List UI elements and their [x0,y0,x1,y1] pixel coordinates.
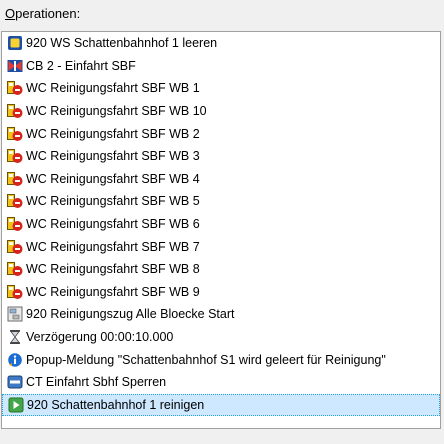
operation-list-item[interactable]: WC Reinigungsfahrt SBF WB 4 [2,168,440,191]
operation-list-item[interactable]: Verzögerung 00:00:10.000 [2,326,440,349]
operation-label: WC Reinigungsfahrt SBF WB 8 [26,262,200,277]
operation-list-item[interactable]: WC Reinigungsfahrt SBF WB 7 [2,235,440,258]
operation-label: WC Reinigungsfahrt SBF WB 3 [26,149,200,164]
train-operation-icon [7,103,23,119]
header-accelerator: O [5,6,16,21]
operation-label: 920 WS Schattenbahnhof 1 leeren [26,36,218,51]
train-operation-icon [7,261,23,277]
operation-label: WC Reinigungsfahrt SBF WB 1 [26,81,200,96]
train-operation-icon [7,284,23,300]
operation-label: 920 Schattenbahnhof 1 reinigen [27,397,205,412]
operation-list-item[interactable]: Popup-Meldung "Schattenbahnhof S1 wird g… [2,348,440,371]
header-label: perationen: [15,6,81,21]
track-lock-icon [7,374,23,390]
operation-label: 920 Reinigungszug Alle Bloecke Start [26,307,235,322]
operations-panel: Operationen: 920 WS Schattenbahnhof 1 le… [0,0,444,444]
operation-list-item[interactable]: 920 Reinigungszug Alle Bloecke Start [2,303,440,326]
panel-footer [0,430,444,444]
macro-icon [7,306,23,322]
operation-label: CT Einfahrt Sbhf Sperren [26,375,167,390]
operation-list-item[interactable]: 920 WS Schattenbahnhof 1 leeren [2,32,440,55]
train-operation-icon [7,239,23,255]
play-icon [8,397,24,413]
operation-list-item[interactable]: CT Einfahrt Sbhf Sperren [2,371,440,394]
operation-list-item[interactable]: WC Reinigungsfahrt SBF WB 9 [2,281,440,304]
operation-label: WC Reinigungsfahrt SBF WB 2 [26,126,200,141]
operations-header: Operationen: [0,0,444,29]
operation-label: WC Reinigungsfahrt SBF WB 7 [26,239,200,254]
operation-label: WC Reinigungsfahrt SBF WB 10 [26,104,207,119]
train-operation-icon [7,80,23,96]
train-operation-icon [7,171,23,187]
operation-list-item[interactable]: WC Reinigungsfahrt SBF WB 10 [2,100,440,123]
route-icon [7,58,23,74]
operation-list-item[interactable]: WC Reinigungsfahrt SBF WB 8 [2,258,440,281]
train-operation-icon [7,216,23,232]
info-icon [7,352,23,368]
operation-label: Verzögerung 00:00:10.000 [26,330,174,345]
operation-list-item[interactable]: WC Reinigungsfahrt SBF WB 2 [2,122,440,145]
train-operation-icon [7,148,23,164]
operations-list[interactable]: 920 WS Schattenbahnhof 1 leeren CB 2 - Ei… [1,31,441,429]
operation-list-item[interactable]: CB 2 - Einfahrt SBF [2,55,440,78]
operation-list-item[interactable]: WC Reinigungsfahrt SBF WB 3 [2,145,440,168]
operation-label: Popup-Meldung "Schattenbahnhof S1 wird g… [26,352,386,367]
operation-label: WC Reinigungsfahrt SBF WB 6 [26,217,200,232]
block-icon [7,35,23,51]
operation-list-item[interactable]: WC Reinigungsfahrt SBF WB 6 [2,213,440,236]
operation-list-item[interactable]: 920 Schattenbahnhof 1 reinigen [2,393,440,417]
train-operation-icon [7,193,23,209]
hourglass-icon [7,329,23,345]
operation-label: WC Reinigungsfahrt SBF WB 9 [26,284,200,299]
operation-list-item[interactable]: WC Reinigungsfahrt SBF WB 1 [2,77,440,100]
operation-label: WC Reinigungsfahrt SBF WB 5 [26,194,200,209]
operation-label: CB 2 - Einfahrt SBF [26,58,136,73]
operation-label: WC Reinigungsfahrt SBF WB 4 [26,171,200,186]
operation-list-item[interactable]: WC Reinigungsfahrt SBF WB 5 [2,190,440,213]
train-operation-icon [7,126,23,142]
